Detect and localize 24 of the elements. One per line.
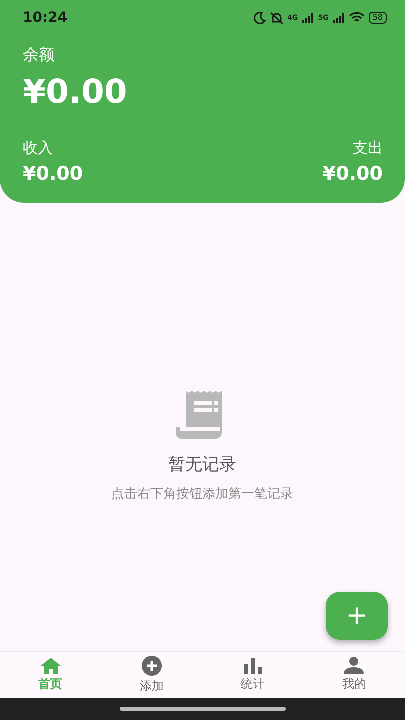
add-button[interactable]: + <box>326 592 388 640</box>
home-icon <box>40 658 61 674</box>
nav-tab[interactable]: 我的 <box>304 652 405 698</box>
nav-tab[interactable]: 添加 <box>101 652 202 698</box>
moon-icon <box>254 12 266 24</box>
expense-amount: ¥0.00 <box>322 163 383 185</box>
nav-tab[interactable]: 统计 <box>202 652 304 698</box>
signal-icon <box>332 13 345 23</box>
empty-title: 暂无记录 <box>168 454 236 476</box>
empty-hint: 点击右下角按钮添加第一笔记录 <box>112 486 294 503</box>
income-amount: ¥0.00 <box>23 163 84 185</box>
signal-icon <box>302 13 314 23</box>
balance-label: 余额 <box>23 45 56 66</box>
battery-level: 58 <box>368 12 387 24</box>
home-indicator[interactable] <box>120 707 286 711</box>
status-time: 10:24 <box>23 10 68 26</box>
person-icon <box>344 657 364 674</box>
expense-label: 支出 <box>353 139 383 158</box>
balance-amount: ¥0.00 <box>23 72 128 111</box>
wifi-icon <box>348 12 365 24</box>
income-label: 收入 <box>23 139 53 158</box>
bar-chart-icon <box>244 658 262 674</box>
add-icon <box>142 656 162 676</box>
muted-bell-icon <box>270 12 284 24</box>
